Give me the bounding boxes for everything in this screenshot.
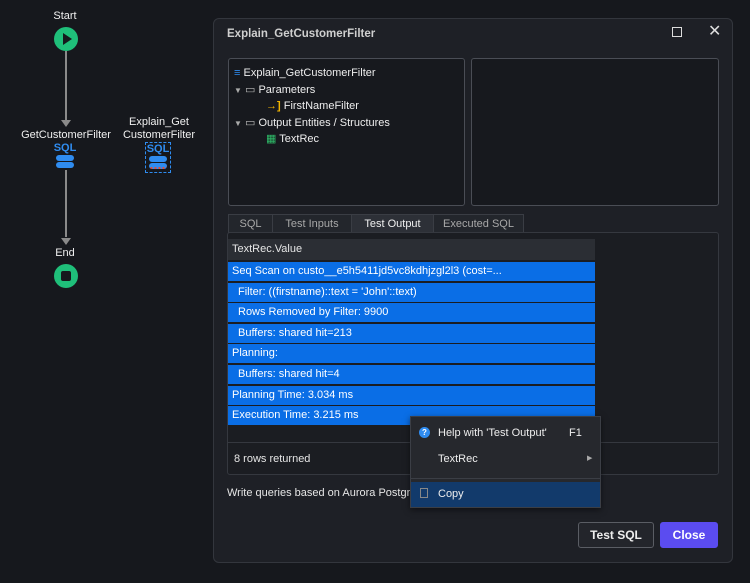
- help-icon: ?: [419, 427, 430, 438]
- tree-outputs[interactable]: ▼ ▭ Output Entities / Structures: [234, 115, 390, 131]
- table-row[interactable]: Planning:: [228, 344, 595, 364]
- input-parameter-icon: →]: [266, 100, 281, 112]
- table-row[interactable]: Buffers: shared hit=213: [228, 323, 595, 343]
- stop-icon: [61, 271, 71, 281]
- submenu-arrow-icon: ▶: [587, 455, 593, 462]
- table-row[interactable]: Rows Removed by Filter: 9900: [228, 303, 595, 323]
- connector: [65, 51, 67, 121]
- copy-label: Copy: [438, 488, 464, 500]
- tree-panel: ≡ Explain_GetCustomerFilter ▼ ▭ Paramete…: [228, 58, 465, 206]
- tree-param-firstnamefilter[interactable]: →] FirstNameFilter: [266, 98, 359, 114]
- textrec-label: TextRec: [438, 453, 478, 465]
- expand-icon: ▼: [234, 119, 242, 128]
- close-icon[interactable]: ✕: [708, 21, 721, 41]
- start-label: Start: [53, 10, 77, 22]
- get-customer-filter-label: GetCustomerFilter: [21, 129, 111, 141]
- tree-outputs-label: Output Entities / Structures: [258, 117, 390, 129]
- play-icon: [63, 33, 72, 45]
- context-menu: ? Help with 'Test Output' F1 TextRec ▶ Copy: [410, 416, 601, 508]
- sql-label: SQL: [146, 143, 170, 155]
- menu-item-textrec[interactable]: TextRec ▶: [411, 448, 600, 470]
- folder-icon: ▭: [244, 84, 256, 96]
- arrow-icon: [61, 120, 71, 127]
- sql-db-icon: ≡: [234, 67, 241, 79]
- test-sql-button[interactable]: Test SQL: [578, 522, 654, 548]
- param-label: FirstNameFilter: [283, 100, 359, 112]
- table-row[interactable]: Seq Scan on custo__e5h5411jd5vc8kdhjzgl2…: [228, 262, 595, 281]
- end-node[interactable]: [54, 264, 78, 288]
- explain-node-label-1: Explain_Get: [129, 116, 189, 128]
- connector: [65, 170, 67, 237]
- structure-grid-icon: ▦: [266, 133, 277, 145]
- folder-icon: ▭: [244, 117, 256, 129]
- table-row[interactable]: Buffers: shared hit=4: [228, 365, 595, 384]
- shortcut-label: F1: [569, 427, 582, 439]
- output-label: TextRec: [279, 133, 320, 145]
- tree-root[interactable]: ≡ Explain_GetCustomerFilter: [234, 65, 376, 81]
- tree-output-textrec[interactable]: ▦ TextRec: [266, 131, 319, 147]
- tab-test-inputs[interactable]: Test Inputs: [272, 214, 352, 233]
- close-button[interactable]: Close: [660, 522, 718, 548]
- arrow-icon: [61, 238, 71, 245]
- expand-icon: ▼: [234, 86, 242, 95]
- rows-returned: 8 rows returned: [234, 453, 311, 465]
- menu-item-help[interactable]: ? Help with 'Test Output' F1: [411, 422, 600, 444]
- explain-node-label-2: CustomerFilter: [122, 129, 196, 141]
- hint-text: Write queries based on Aurora PostgreS: [227, 487, 424, 499]
- sql-node-get-customer-filter[interactable]: SQL: [52, 142, 78, 168]
- table-row[interactable]: Filter: ((firstname)::text = 'John'::tex…: [228, 282, 595, 302]
- detail-panel: [471, 58, 719, 206]
- column-header[interactable]: TextRec.Value: [228, 239, 595, 260]
- tree-parameters-label: Parameters: [258, 84, 316, 96]
- menu-separator: [411, 478, 600, 479]
- menu-item-copy[interactable]: Copy: [411, 482, 600, 507]
- tab-executed-sql[interactable]: Executed SQL: [433, 214, 524, 233]
- help-label: Help with 'Test Output': [438, 427, 547, 439]
- tree-parameters[interactable]: ▼ ▭ Parameters: [234, 82, 315, 98]
- maximize-button[interactable]: [672, 27, 682, 37]
- copy-icon: [420, 488, 428, 498]
- sql-node-explain-selected[interactable]: SQL: [145, 142, 171, 173]
- dialog-title: Explain_GetCustomerFilter: [227, 28, 376, 40]
- sql-label: SQL: [53, 142, 77, 154]
- tab-test-output[interactable]: Test Output: [351, 214, 434, 233]
- end-label: End: [55, 247, 75, 259]
- start-node[interactable]: [54, 27, 78, 51]
- tree-root-label: Explain_GetCustomerFilter: [243, 67, 376, 79]
- table-row[interactable]: Planning Time: 3.034 ms: [228, 385, 595, 405]
- tab-sql[interactable]: SQL: [228, 214, 273, 233]
